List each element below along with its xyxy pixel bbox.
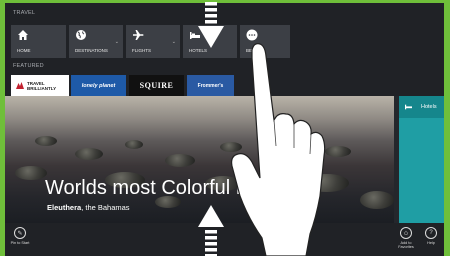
pin-icon: ✎ bbox=[14, 227, 26, 239]
touch-hand-icon bbox=[231, 43, 326, 256]
featured-label: SQUIRE bbox=[139, 81, 174, 90]
nav-tile-label: HOME bbox=[17, 48, 31, 53]
featured-label: Frommer's bbox=[197, 82, 224, 89]
hotels-panel-label: Hotels bbox=[421, 104, 437, 110]
featured-squire[interactable]: SQUIRE bbox=[129, 75, 184, 96]
add-to-favorites-button[interactable]: ✩ Add to Favorites bbox=[394, 227, 418, 249]
star-icon: ✩ bbox=[400, 227, 412, 239]
hero-rock bbox=[360, 191, 394, 209]
featured-frommers[interactable]: Frommer's bbox=[187, 75, 234, 96]
hero-location-name: Eleuthera bbox=[47, 203, 82, 212]
globe-icon bbox=[76, 30, 86, 40]
section-label-travel: TRAVEL bbox=[13, 10, 36, 16]
chevron-down-icon: ⌄ bbox=[114, 39, 119, 45]
travel-logo-icon bbox=[16, 82, 24, 89]
hero-location: Eleuthera, the Bahamas bbox=[47, 203, 130, 212]
pin-to-start-button[interactable]: ✎ Pin to Start bbox=[8, 227, 32, 245]
nav-tile-label: DESTINATIONS bbox=[75, 48, 108, 53]
nav-tile-label: FLIGHTS bbox=[132, 48, 152, 53]
hero-location-region: , the Bahamas bbox=[81, 203, 130, 212]
hotels-panel-header: Hotels bbox=[399, 96, 444, 118]
add-to-favorites-label: Add to Favorites bbox=[398, 241, 414, 249]
hero-rock bbox=[75, 148, 103, 160]
nav-tile-home[interactable]: HOME bbox=[11, 25, 66, 58]
hotels-side-panel[interactable]: Hotels bbox=[399, 96, 444, 223]
swipe-down-arrow-icon bbox=[198, 2, 224, 48]
airplane-icon bbox=[133, 30, 144, 40]
bed-icon bbox=[405, 104, 412, 110]
help-icon: ? bbox=[425, 227, 437, 239]
featured-label: lonely planet bbox=[81, 82, 116, 89]
hero-rock bbox=[165, 154, 195, 167]
featured-label: TRAVEL BRILLIANTLY bbox=[27, 80, 57, 91]
pin-to-start-label: Pin to Start bbox=[10, 241, 30, 245]
home-icon bbox=[18, 30, 28, 40]
nav-tile-destinations[interactable]: DESTINATIONS ⌄ bbox=[69, 25, 123, 58]
hero-rock bbox=[35, 136, 57, 146]
app-bar: ✎ Pin to Start ✩ Add to Favorites ? Help bbox=[5, 223, 444, 256]
accent-strip-right bbox=[444, 0, 450, 256]
swipe-up-arrow-icon bbox=[198, 205, 224, 256]
help-label: Help bbox=[427, 241, 435, 245]
nav-tile-flights[interactable]: FLIGHTS ⌄ bbox=[126, 25, 180, 58]
section-label-featured: FEATURED bbox=[13, 63, 44, 69]
chevron-down-icon: ⌄ bbox=[171, 39, 176, 45]
hero-rock bbox=[15, 166, 47, 180]
navigation-bar: TRAVEL HOME DESTINATIONS ⌄ FLIGHTS ⌄ HOT… bbox=[5, 3, 444, 96]
help-button[interactable]: ? Help bbox=[419, 227, 443, 245]
hero-rock bbox=[125, 140, 143, 149]
featured-lonely-planet[interactable]: lonely planet bbox=[71, 75, 126, 96]
featured-travel-brilliantly[interactable]: TRAVEL BRILLIANTLY bbox=[11, 75, 69, 96]
